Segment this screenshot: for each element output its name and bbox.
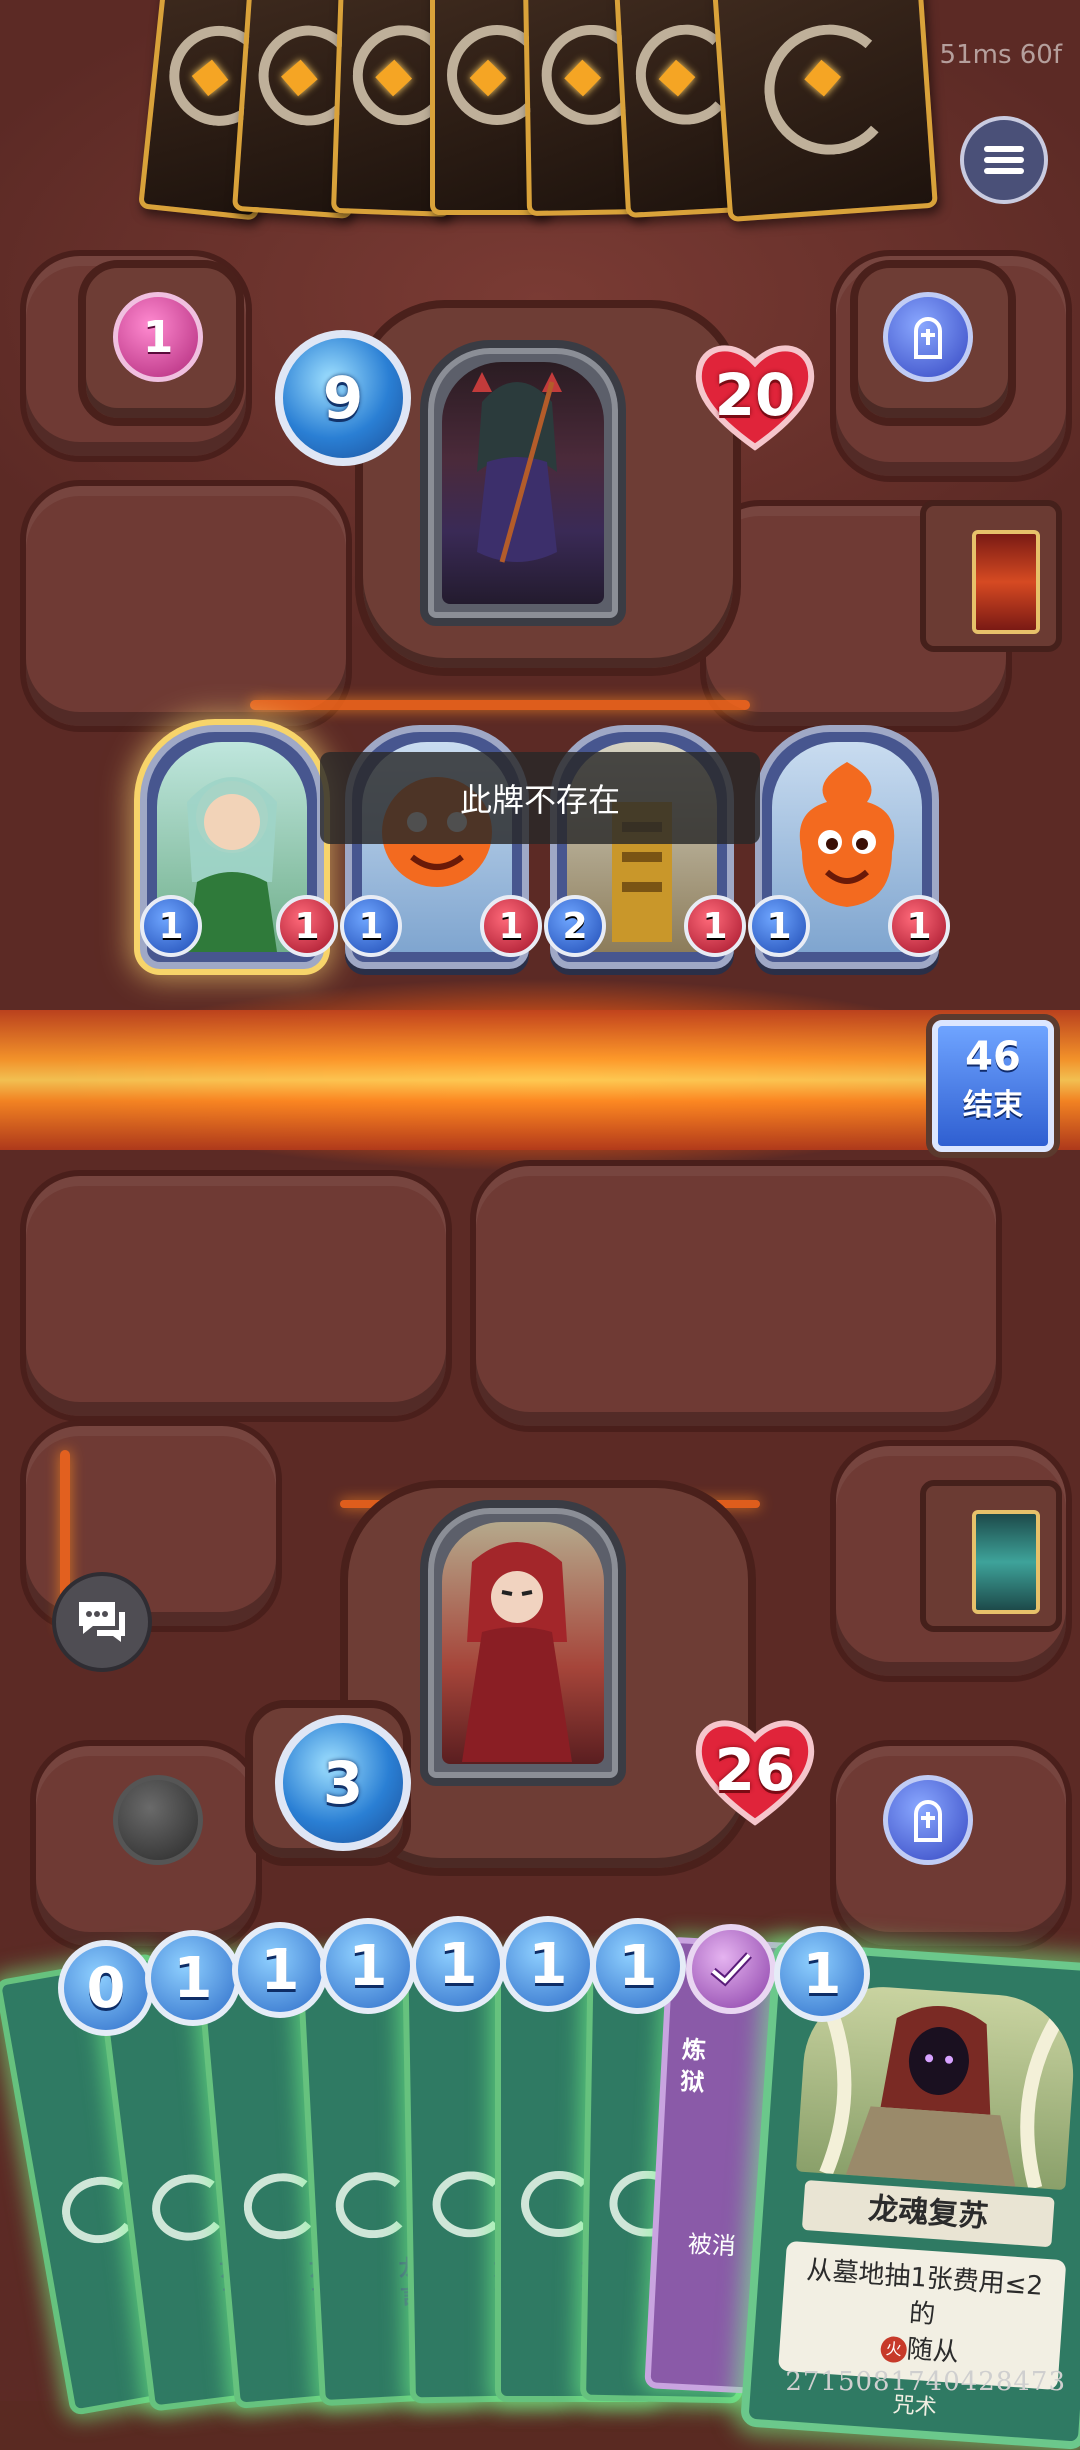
purple-card-body: 被消	[687, 2230, 737, 2261]
menu-button[interactable]	[960, 116, 1048, 204]
opponent-mana-value: 9	[322, 364, 364, 432]
minion-health: 1	[888, 895, 950, 957]
tombstone-icon	[914, 317, 942, 359]
demon-sorceress-art	[442, 362, 604, 604]
opponent-mana-orb: 9	[275, 330, 411, 466]
opponent-hero-portrait[interactable]	[420, 340, 626, 626]
card-cost: 1	[232, 1922, 328, 2018]
player-empty-slot	[113, 1775, 203, 1865]
rock	[470, 1160, 1002, 1432]
featured-card-cost: 1	[774, 1926, 870, 2022]
hamburger-icon	[984, 141, 1024, 179]
toast-message: 此牌不存在	[320, 752, 760, 844]
footer-code: 2715081740428473	[785, 2367, 1066, 2397]
player-health-value: 26	[714, 1736, 796, 1804]
tombstone-icon	[914, 1800, 942, 1842]
card-cost: 1	[145, 1930, 241, 2026]
minion-attack-value: 2	[562, 905, 588, 947]
opponent-health-value: 20	[714, 361, 796, 429]
deck-cards-icon	[972, 1510, 1040, 1614]
purple-card-cost	[686, 1924, 776, 2014]
player-mana-orb: 3	[275, 1715, 411, 1851]
player-mana-value: 3	[322, 1749, 364, 1817]
card-cost: 1	[500, 1916, 596, 2012]
turn-timer: 46	[965, 1034, 1021, 1080]
fire-element-icon: 火	[879, 2335, 908, 2363]
minion-health: 1	[684, 895, 746, 957]
game-board: 51ms 60f 1 9 20 1 1 1 1 2 1 1 1 此牌不存在 46…	[0, 0, 1080, 2450]
minion-attack: 1	[748, 895, 810, 957]
minion-health-value: 1	[294, 905, 320, 947]
card-cost: 1	[410, 1916, 506, 2012]
swirl-icon	[333, 2170, 414, 2241]
pink-counter-value: 1	[142, 311, 174, 363]
minion-attack-value: 1	[358, 905, 384, 947]
opponent-health-heart: 20	[690, 335, 820, 455]
player-deck[interactable]	[920, 1480, 1062, 1632]
end-turn-label: 结束	[963, 1088, 1023, 1123]
purple-card-title: 炼狱	[679, 2035, 707, 2097]
minion-attack: 1	[340, 895, 402, 957]
player-graveyard-button[interactable]	[883, 1775, 973, 1865]
opponent-deck[interactable]	[920, 500, 1062, 652]
chat-button[interactable]	[52, 1572, 152, 1672]
hooded-mage-art	[442, 1522, 604, 1764]
opponent-card-back	[712, 0, 938, 223]
player-hero-portrait[interactable]	[420, 1500, 626, 1786]
deck-cards-icon	[972, 530, 1040, 634]
minion-health-value: 1	[702, 905, 728, 947]
lava-crack	[250, 700, 750, 710]
opponent-pink-counter[interactable]: 1	[113, 292, 203, 382]
demon-hero-icon	[472, 372, 562, 563]
player-hero-icon	[462, 1542, 572, 1762]
card-cost: 0	[58, 1940, 154, 2036]
lava-river	[0, 1010, 1080, 1150]
rock	[20, 480, 352, 732]
opponent-graveyard-button[interactable]	[883, 292, 973, 382]
rock	[20, 1170, 452, 1422]
minion-attack: 1	[140, 895, 202, 957]
minion-health-value: 1	[906, 905, 932, 947]
minion-health: 1	[276, 895, 338, 957]
minion-health-value: 1	[498, 905, 524, 947]
featured-card-name: 龙魂复苏	[801, 2179, 1055, 2248]
end-turn-button[interactable]: 46 结束	[932, 1020, 1054, 1152]
minion-attack: 2	[544, 895, 606, 957]
minion-attack-value: 1	[158, 905, 184, 947]
player-health-heart: 26	[690, 1710, 820, 1830]
minion-health: 1	[480, 895, 542, 957]
perf-readout: 51ms 60f	[939, 40, 1062, 70]
card-cost: 1	[590, 1918, 686, 2014]
checkmark-icon	[710, 1952, 752, 1987]
card-cost: 1	[320, 1918, 416, 2014]
chat-icon	[79, 1602, 125, 1642]
minion-attack-value: 1	[766, 905, 792, 947]
